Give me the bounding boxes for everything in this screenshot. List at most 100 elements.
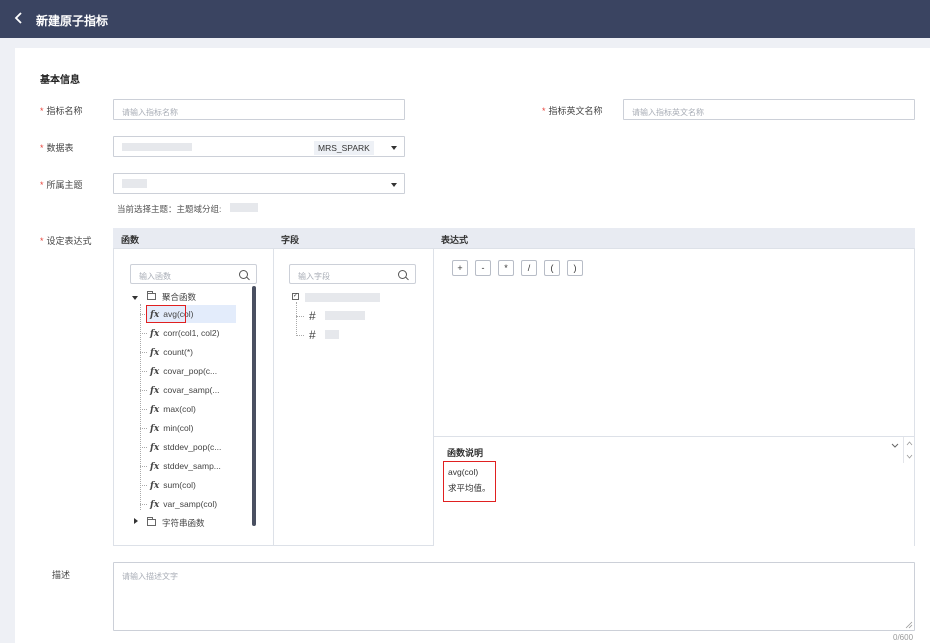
operator-button[interactable]: + <box>452 260 468 276</box>
search-icon[interactable] <box>239 270 248 279</box>
operator-button[interactable]: - <box>475 260 491 276</box>
function-item[interactable]: fx corr(col1, col2) <box>150 328 219 339</box>
function-icon: fx <box>150 348 160 358</box>
function-icon: fx <box>150 367 160 377</box>
function-item[interactable]: fx covar_samp(... <box>150 385 219 396</box>
operator-button[interactable]: / <box>521 260 537 276</box>
theme-select[interactable] <box>113 173 405 194</box>
name-en-input-placeholder: 请输入指标英文名称 <box>632 108 704 117</box>
name-label: * 指标名称 <box>40 106 83 116</box>
function-item-label: stddev_samp... <box>163 461 221 471</box>
function-item[interactable]: fx var_samp(col) <box>150 499 217 510</box>
tree-line <box>140 304 141 510</box>
expression-editor[interactable] <box>434 286 914 436</box>
field-search-input[interactable]: 输入字段 <box>289 264 416 284</box>
expr-header-bar: 函数 字段 表达式 <box>113 228 915 248</box>
folder-icon <box>147 291 156 300</box>
theme-hint: 当前选择主题：主题域分组: <box>117 204 222 214</box>
expr-label: * 设定表达式 <box>40 236 92 246</box>
section-title: 基本信息 <box>40 75 80 86</box>
tree-line <box>140 485 147 486</box>
name-input-placeholder: 请输入指标名称 <box>122 108 178 117</box>
name-en-input[interactable]: 请输入指标英文名称 <box>623 99 915 120</box>
tree-line <box>296 302 297 336</box>
table-select[interactable]: MRS_SPARK <box>113 136 405 157</box>
name-en-label: * 指标英文名称 <box>542 106 603 116</box>
field-search-placeholder: 输入字段 <box>298 272 330 281</box>
function-icon: fx <box>150 329 160 339</box>
table-label: * 数据表 <box>40 143 74 153</box>
function-item[interactable]: fx sum(col) <box>150 480 196 491</box>
hash-icon: # <box>309 309 316 323</box>
function-search-placeholder: 输入函数 <box>139 272 171 281</box>
operator-button[interactable]: * <box>498 260 514 276</box>
tree-line <box>140 390 147 391</box>
function-icon: fx <box>150 405 160 415</box>
redacted-value <box>122 179 147 188</box>
tree-line <box>140 466 147 467</box>
function-icon: fx <box>150 443 160 453</box>
char-counter: 0/600 <box>893 633 914 642</box>
page-title: 新建原子指标 <box>36 14 109 28</box>
function-search-input[interactable]: 输入函数 <box>130 264 257 284</box>
folder-icon <box>147 517 156 526</box>
chevron-down-icon[interactable] <box>890 441 900 451</box>
tree-line <box>140 352 147 353</box>
function-desc-panel <box>434 436 914 546</box>
function-item-label: var_samp(col) <box>163 499 218 509</box>
function-item-label: stddev_pop(c... <box>163 442 222 452</box>
function-item[interactable]: fx stddev_samp... <box>150 461 221 472</box>
desc-textarea[interactable]: 请输入描述文字 <box>113 562 915 631</box>
checkbox-icon[interactable]: ✓ <box>292 293 299 300</box>
tree-line <box>140 447 147 448</box>
redacted-value <box>230 203 258 212</box>
theme-label: * 所属主题 <box>40 180 83 190</box>
redacted-value <box>325 330 339 339</box>
function-item-label: covar_samp(... <box>163 385 220 395</box>
function-item-label: min(col) <box>163 423 194 433</box>
functions-header: 函数 <box>121 235 140 245</box>
function-item-label: covar_pop(c... <box>163 366 218 376</box>
tree-line <box>296 316 304 317</box>
function-item-label: max(col) <box>163 404 196 414</box>
function-item[interactable]: fx max(col) <box>150 404 196 415</box>
chevron-right-icon[interactable] <box>134 518 138 524</box>
function-item[interactable]: fx covar_pop(c... <box>150 366 217 377</box>
function-item[interactable]: fx count(*) <box>150 347 193 358</box>
tree-line <box>140 409 147 410</box>
name-input[interactable]: 请输入指标名称 <box>113 99 405 120</box>
function-icon: fx <box>150 462 160 472</box>
resize-handle-icon[interactable] <box>905 621 913 629</box>
redacted-value <box>305 293 380 302</box>
source-tag: MRS_SPARK <box>314 141 374 155</box>
function-icon: fx <box>150 481 160 491</box>
operator-button[interactable]: ) <box>567 260 583 276</box>
operator-button[interactable]: ( <box>544 260 560 276</box>
expression-header: 表达式 <box>441 235 469 245</box>
tree-line <box>296 335 304 336</box>
scrollbar[interactable] <box>252 286 256 526</box>
tree-line <box>140 504 147 505</box>
group-string[interactable]: 字符串函数 <box>162 517 205 529</box>
desc-label: 描述 <box>52 570 71 580</box>
tree-line <box>140 371 147 372</box>
tree-line <box>140 428 147 429</box>
chevron-down-icon[interactable] <box>132 296 138 300</box>
function-icon: fx <box>150 424 160 434</box>
desc-scrollbar[interactable] <box>903 437 915 463</box>
desc-placeholder: 请输入描述文字 <box>122 572 178 581</box>
highlight-box <box>146 305 186 323</box>
group-aggregate[interactable]: 聚合函数 <box>162 291 196 303</box>
top-bar: 新建原子指标 <box>0 0 930 38</box>
redacted-value <box>325 311 365 320</box>
function-item[interactable]: fx min(col) <box>150 423 193 434</box>
function-icon: fx <box>150 386 160 396</box>
function-item-label: sum(col) <box>163 480 196 490</box>
chevron-down-icon <box>391 146 397 150</box>
chevron-down-icon <box>391 183 397 187</box>
search-icon[interactable] <box>398 270 407 279</box>
hash-icon: # <box>309 328 316 342</box>
function-item[interactable]: fx stddev_pop(c... <box>150 442 221 453</box>
function-item-label: corr(col1, col2) <box>163 328 220 338</box>
chevron-left-icon[interactable] <box>14 11 28 27</box>
